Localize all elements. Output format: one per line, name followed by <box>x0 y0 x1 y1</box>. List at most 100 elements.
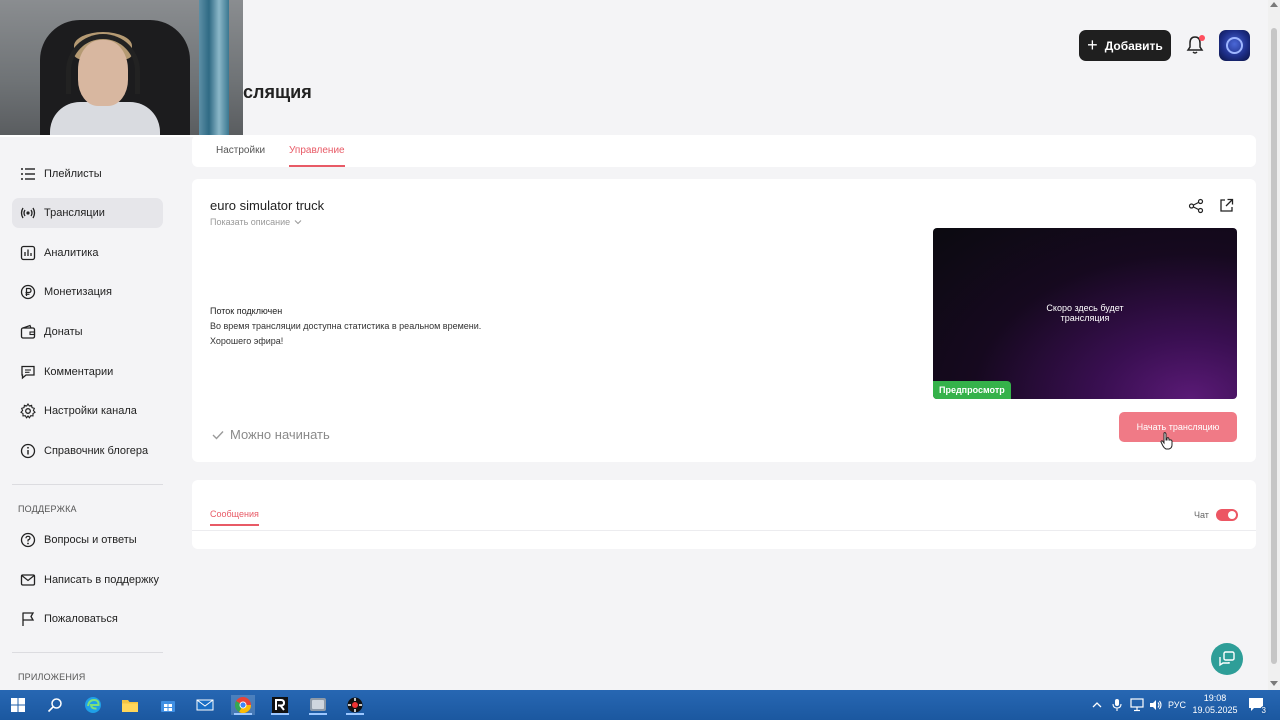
taskbar-clock[interactable]: 19:08 19.05.2025 <box>1190 692 1240 716</box>
sidebar-item-donations[interactable]: Донаты <box>12 317 163 347</box>
sidebar-item-label: Вопросы и ответы <box>44 534 137 546</box>
sidebar-item-label: Написать в поддержку <box>44 574 159 586</box>
taskbar-obs[interactable] <box>306 695 330 715</box>
analytics-icon <box>20 245 36 261</box>
chat-bubbles-icon <box>1219 651 1235 667</box>
notification-count: 3 <box>1259 706 1268 715</box>
active-app-indicator <box>271 713 289 715</box>
sidebar-item-label: Комментарии <box>44 366 114 378</box>
obs-icon <box>310 698 326 711</box>
taskbar-store[interactable] <box>156 695 180 715</box>
chevron-down-icon <box>294 220 302 225</box>
chat-toggle[interactable] <box>1216 509 1238 521</box>
tab-label: Настройки <box>216 145 266 156</box>
sidebar-item-broadcasts[interactable]: Трансляции <box>12 198 163 228</box>
webcam-background <box>199 0 229 135</box>
app-window: слящия + Добавить Плейлисты Трансляции А… <box>0 0 1280 690</box>
webcam-overlay <box>0 0 243 137</box>
stream-title: euro simulator truck <box>210 198 325 213</box>
wallet-icon <box>20 324 36 339</box>
taskbar-edge[interactable] <box>81 695 105 715</box>
sidebar-item-label: Справочник блогера <box>44 445 149 457</box>
show-description-label: Показать описание <box>210 217 291 227</box>
volume-icon[interactable] <box>1149 698 1163 712</box>
sidebar-item-label: Настройки канала <box>44 405 137 417</box>
user-avatar[interactable] <box>1219 30 1250 61</box>
broadcast-icon <box>20 207 36 219</box>
active-app-indicator <box>234 713 252 715</box>
support-section-title: ПОДДЕРЖКА <box>18 504 77 514</box>
sidebar-item-playlists[interactable]: Плейлисты <box>12 159 163 189</box>
sidebar-item-label: Аналитика <box>44 247 99 259</box>
taskbar-rockstar[interactable] <box>268 695 292 715</box>
sidebar-divider <box>12 652 163 653</box>
tab-management[interactable]: Управление <box>289 145 345 167</box>
sidebar-item-monetization[interactable]: Монетизация <box>12 277 163 307</box>
clock-date: 19.05.2025 <box>1192 705 1238 715</box>
sidebar-item-report[interactable]: Пожаловаться <box>12 604 163 634</box>
microphone-icon[interactable] <box>1112 698 1122 712</box>
store-icon <box>161 701 175 712</box>
edge-browser-icon <box>85 697 101 713</box>
sidebar-item-faq[interactable]: Вопросы и ответы <box>12 525 163 555</box>
preview-message-line: трансляция <box>1060 313 1110 323</box>
scroll-down-arrow-icon[interactable] <box>1270 681 1278 686</box>
language-indicator[interactable]: РУС <box>1168 700 1186 710</box>
tab-settings[interactable]: Настройки <box>216 145 265 156</box>
tab-label: Управление <box>289 145 345 156</box>
sidebar-item-comments[interactable]: Комментарии <box>12 357 163 387</box>
sidebar-item-label: Монетизация <box>44 286 112 298</box>
page-scrollbar[interactable] <box>1268 0 1280 690</box>
list-icon <box>21 168 35 180</box>
tab-messages[interactable]: Сообщения <box>210 509 259 526</box>
sidebar-item-channel-settings[interactable]: Настройки канала <box>12 396 163 426</box>
search-icon <box>47 698 62 713</box>
checkmark-icon <box>212 430 224 440</box>
help-chat-button[interactable] <box>1211 643 1243 675</box>
notification-dot <box>1199 35 1205 41</box>
taskbar-mail[interactable] <box>193 695 217 715</box>
sidebar-item-contact-support[interactable]: Написать в поддержку <box>12 565 163 595</box>
sidebar-item-blogger-guide[interactable]: Справочник блогера <box>12 436 163 466</box>
taskbar-recorder[interactable] <box>343 695 367 715</box>
notifications-bell-icon[interactable] <box>1185 34 1205 56</box>
start-stream-button[interactable]: Начать трансляцию <box>1119 412 1237 442</box>
ready-status: Можно начинать <box>212 427 330 442</box>
sidebar-item-analytics[interactable]: Аналитика <box>12 238 163 268</box>
windows-logo-icon <box>11 698 25 712</box>
sidebar-item-label: Пожаловаться <box>44 613 118 625</box>
mouse-pointer-icon <box>1160 432 1173 450</box>
avatar-image <box>1226 37 1243 54</box>
start-button[interactable] <box>6 695 30 715</box>
tab-label: Сообщения <box>210 509 259 519</box>
apps-section-title: ПРИЛОЖЕНИЯ <box>18 672 86 682</box>
scrollbar-thumb[interactable] <box>1271 28 1277 664</box>
windows-taskbar: РУС 19:08 19.05.2025 3 <box>0 690 1280 720</box>
network-icon[interactable] <box>1130 698 1144 712</box>
chat-divider <box>192 530 1256 531</box>
sidebar-item-label: Донаты <box>44 326 83 338</box>
taskbar-search-button[interactable] <box>43 695 67 715</box>
preview-message-line: Скоро здесь будет <box>1046 303 1124 313</box>
active-tab-underline <box>289 165 345 167</box>
stream-preview: Скоро здесь будет трансляция Предпросмот… <box>933 228 1237 399</box>
mail-app-icon <box>196 699 214 711</box>
external-link-icon[interactable] <box>1219 198 1234 213</box>
taskbar-chrome[interactable] <box>231 695 255 715</box>
page-title: слящия <box>243 82 312 102</box>
notification-center-button[interactable]: 3 <box>1248 696 1268 715</box>
show-description-toggle[interactable]: Показать описание <box>210 217 302 227</box>
stream-status-text: Во время трансляции доступна статистика … <box>210 321 482 331</box>
add-button[interactable]: + Добавить <box>1079 30 1171 61</box>
scroll-up-arrow-icon[interactable] <box>1270 2 1278 7</box>
preview-message: Скоро здесь будет трансляция <box>933 303 1237 323</box>
tray-chevron-up-icon[interactable] <box>1092 701 1102 708</box>
active-tab-underline <box>210 524 259 526</box>
stream-status-text: Хорошего эфира! <box>210 336 284 346</box>
preview-badge: Предпросмотр <box>933 381 1011 399</box>
folder-icon <box>122 700 138 712</box>
sidebar-item-label: Трансляции <box>44 207 105 219</box>
taskbar-file-explorer[interactable] <box>118 695 142 715</box>
share-icon[interactable] <box>1188 198 1204 214</box>
sidebar-divider <box>12 484 163 485</box>
